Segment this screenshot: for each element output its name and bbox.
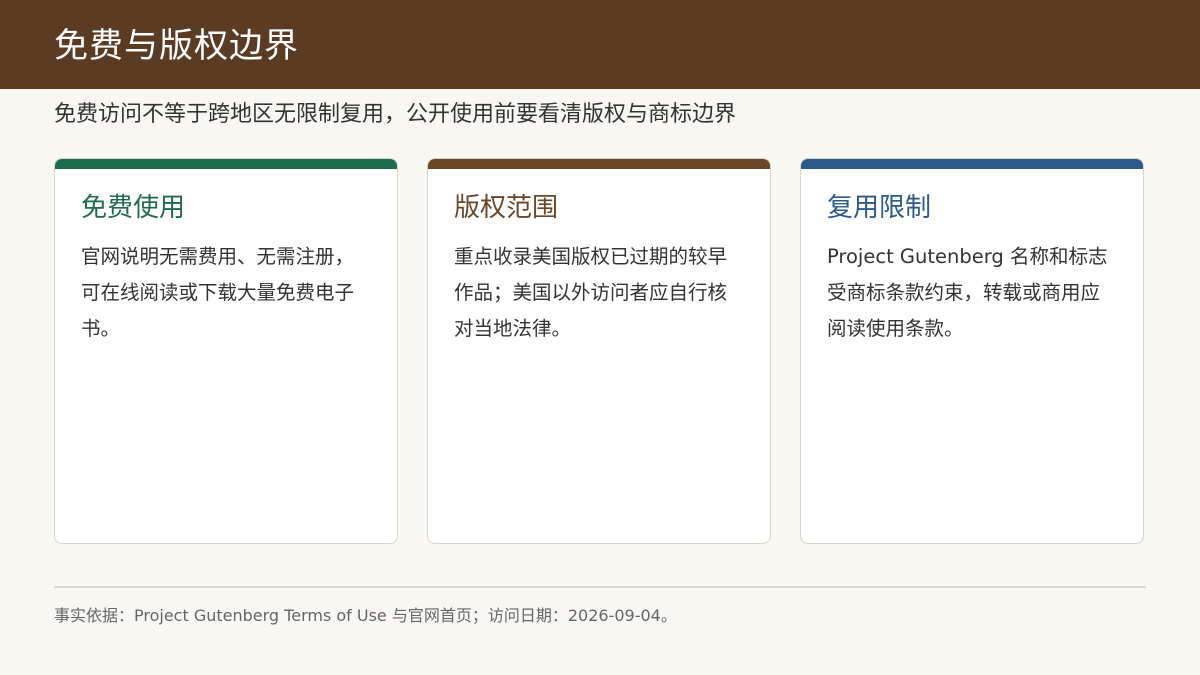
card-copyright-scope: 版权范围 重点收录美国版权已过期的较早作品；美国以外访问者应自行核对当地法律。	[427, 158, 771, 544]
card-accent-bar	[428, 159, 770, 169]
card-title: 免费使用	[81, 193, 186, 223]
card-body: Project Gutenberg 名称和标志受商标条款约束，转载或商用应阅读使…	[827, 245, 1108, 340]
card-body: 重点收录美国版权已过期的较早作品；美国以外访问者应自行核对当地法律。	[454, 245, 728, 340]
page-title: 免费与版权边界	[54, 26, 299, 66]
card-accent-bar	[55, 159, 397, 169]
footer-source-note: 事实依据：Project Gutenberg Terms of Use 与官网首…	[54, 606, 677, 625]
title-bar: 免费与版权边界	[0, 0, 1200, 89]
card-reuse-limits: 复用限制 Project Gutenberg 名称和标志受商标条款约束，转载或商…	[800, 158, 1144, 544]
card-title: 版权范围	[454, 193, 559, 223]
card-body: 官网说明无需费用、无需注册，可在线阅读或下载大量免费电子书。	[81, 245, 355, 340]
card-title: 复用限制	[827, 193, 932, 223]
card-free-use: 免费使用 官网说明无需费用、无需注册，可在线阅读或下载大量免费电子书。	[54, 158, 398, 544]
card-accent-bar	[801, 159, 1143, 169]
footer-divider	[54, 586, 1146, 588]
page-subtitle: 免费访问不等于跨地区无限制复用，公开使用前要看清版权与商标边界	[54, 102, 737, 127]
